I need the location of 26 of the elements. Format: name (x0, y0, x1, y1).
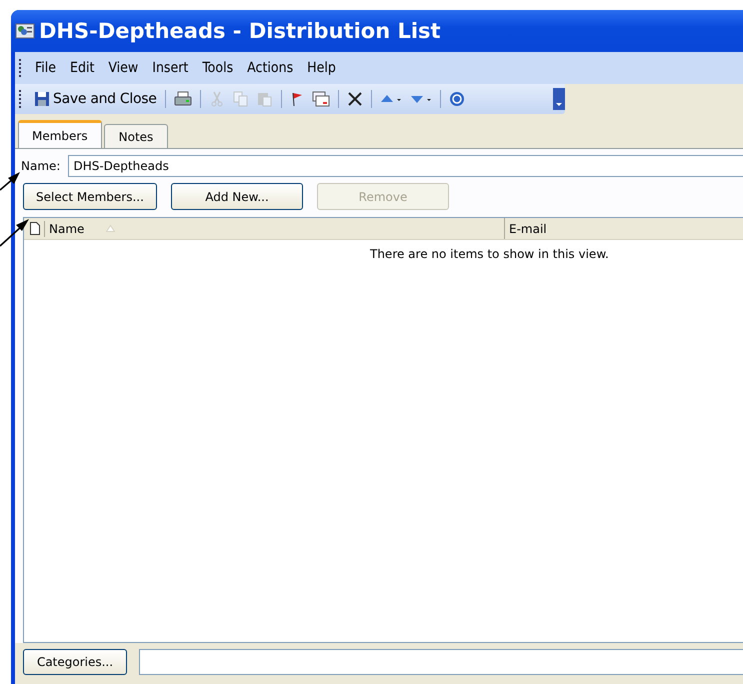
action-button[interactable]: Add New... (171, 183, 303, 210)
column-header[interactable]: Name (24, 218, 504, 239)
menu-item[interactable]: Insert (148, 58, 196, 78)
categories-button[interactable]: Categories... (23, 649, 127, 675)
menu-item[interactable]: Actions (243, 58, 302, 78)
menu-item[interactable]: Help (303, 58, 344, 78)
window-title: DHS-Deptheads - Distribution List (39, 19, 441, 43)
contacts-icon (15, 22, 35, 40)
menu-item[interactable]: Edit (66, 58, 102, 78)
menu-item[interactable]: Tools (198, 58, 242, 78)
document-icon (30, 222, 40, 235)
tab[interactable]: Notes (104, 124, 168, 148)
arrow (0, 172, 20, 191)
toolbar-options-icon[interactable] (553, 88, 565, 110)
column-header[interactable]: E-mail (504, 218, 743, 239)
menu-item[interactable]: View (104, 58, 146, 78)
action-button[interactable]: Select Members... (23, 183, 157, 210)
empty-message: There are no items to show in this view. (369, 246, 610, 261)
name-field[interactable]: DHS-Deptheads (68, 155, 743, 177)
categories-field[interactable] (139, 649, 743, 675)
menu-item[interactable]: File (31, 58, 64, 78)
save-and-close-button[interactable]: Save and Close (31, 89, 160, 109)
tab[interactable]: Members (18, 120, 102, 148)
name-label: Name: (21, 159, 60, 173)
sort-icon (106, 225, 116, 232)
arrow (0, 219, 29, 247)
